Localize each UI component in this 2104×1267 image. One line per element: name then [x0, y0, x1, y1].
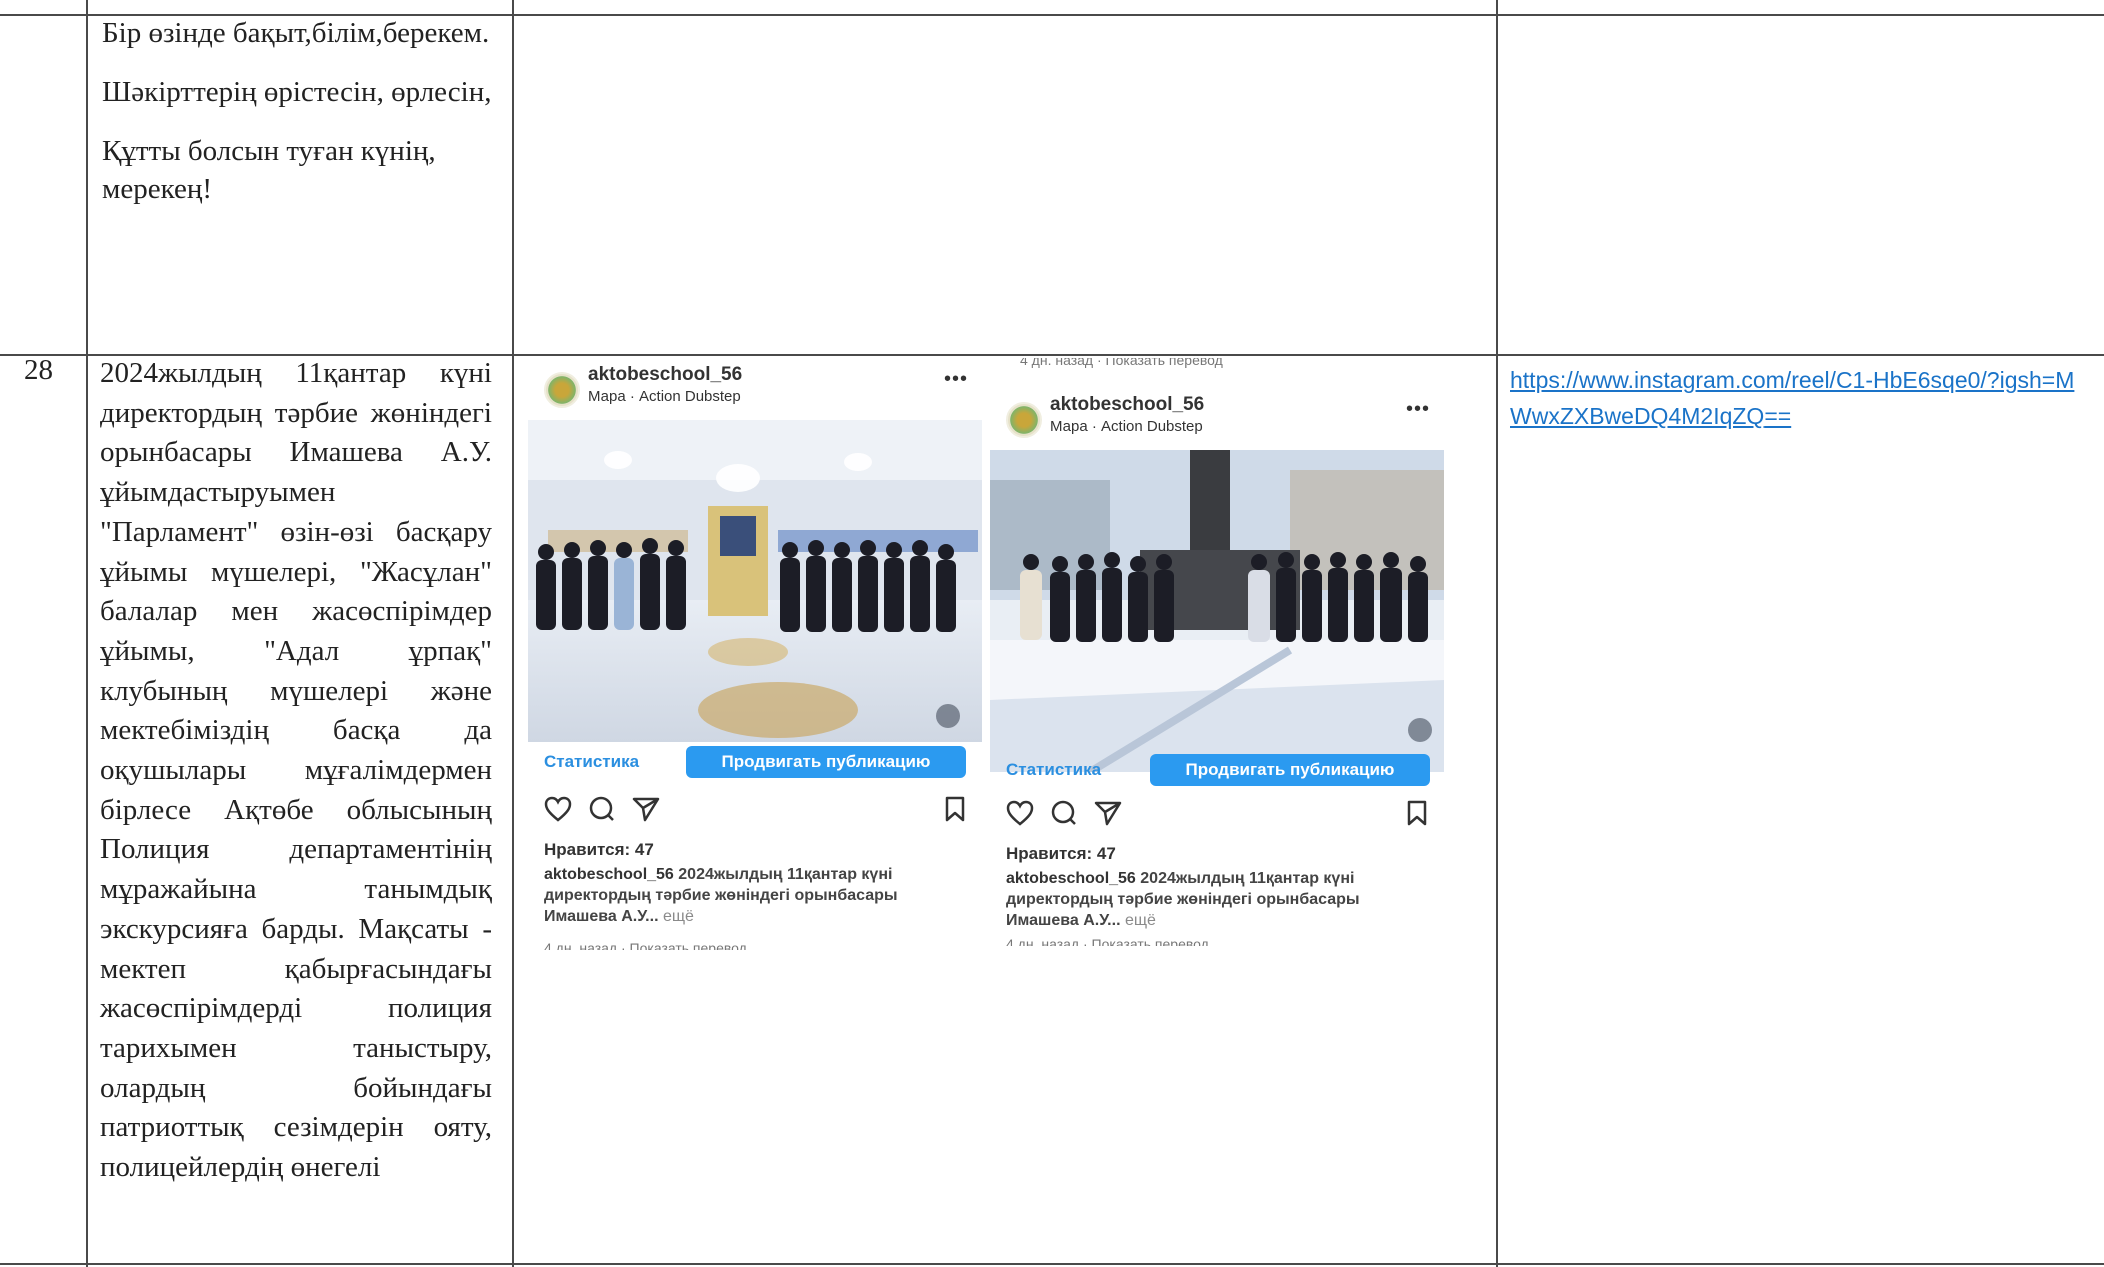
promote-post-button[interactable]: Продвигать публикацию: [686, 746, 966, 778]
avatar[interactable]: [544, 372, 580, 408]
instagram-link-url[interactable]: https://www.instagram.com/reel/C1-HbE6sq…: [1510, 367, 2074, 429]
share-icon[interactable]: [632, 796, 660, 827]
row-number: 28: [24, 354, 53, 386]
heart-icon[interactable]: [544, 796, 572, 827]
likes-count: Нравится: 47: [1006, 844, 1116, 863]
more-options-icon[interactable]: •••: [1406, 398, 1430, 421]
statistics-link[interactable]: Статистика: [544, 752, 639, 772]
post-caption: aktobeschool_56 2024жылдың 11қантар күні…: [1006, 868, 1426, 931]
poem-line-1: Бір өзінде бақыт,білім,берекем.: [102, 17, 490, 49]
post-action-bar: [544, 796, 966, 824]
share-icon[interactable]: [1094, 800, 1122, 831]
post-photo: [528, 420, 982, 742]
post-action-bar: [1006, 800, 1428, 828]
table-bottom-border: [0, 1263, 2104, 1265]
col-divider-3: [1496, 0, 1498, 1267]
post-username[interactable]: aktobeschool_56: [588, 364, 742, 386]
avatar[interactable]: [1006, 402, 1042, 438]
post-footer-time: 4 дн. назад · Показать перевод: [1006, 936, 1209, 946]
comment-icon[interactable]: [1050, 800, 1078, 831]
bookmark-icon[interactable]: [1406, 800, 1428, 831]
post-audio-meta[interactable]: Мара · Action Dubstep: [588, 388, 741, 405]
post-username[interactable]: aktobeschool_56: [1050, 394, 1204, 416]
poem-line-2: Шәкірттерің өрістесін, өрлесін,: [102, 76, 492, 108]
more-options-icon[interactable]: •••: [944, 368, 968, 391]
caption-more-link[interactable]: ещё: [659, 908, 694, 925]
post-header: aktobeschool_56 Мара · Action Dubstep ••…: [528, 358, 982, 418]
row-28-description: 2024жылдың 11қантар күні директордың тәр…: [100, 357, 492, 1184]
post-footer-time: 4 дн. назад · Показать перевод: [544, 940, 747, 950]
poem-line-3: Құтты болсын туған күнің, мерекең!: [102, 135, 436, 205]
instagram-link[interactable]: https://www.instagram.com/reel/C1-HbE6sq…: [1510, 362, 2090, 434]
comment-icon[interactable]: [588, 796, 616, 827]
instagram-post-1: aktobeschool_56 Мара · Action Dubstep ••…: [528, 358, 982, 950]
promote-post-button[interactable]: Продвигать публикацию: [1150, 754, 1430, 786]
statistics-link[interactable]: Статистика: [1006, 760, 1101, 780]
post-caption: aktobeschool_56 2024жылдың 11қантар күні…: [544, 864, 964, 927]
col-divider-1: [86, 0, 88, 1267]
heart-icon[interactable]: [1006, 800, 1034, 831]
previous-post-footer-cut: 4 дн. назад · Показать перевод: [1020, 358, 1223, 368]
likes-count: Нравится: 47: [544, 840, 654, 859]
post-audio-meta[interactable]: Мара · Action Dubstep: [1050, 418, 1203, 435]
previous-row-text: Бір өзінде бақыт,білім,берекем. Шәкіртте…: [102, 14, 502, 229]
post-header: aktobeschool_56 Мара · Action Dubstep ••…: [990, 388, 1444, 448]
instagram-post-2: aktobeschool_56 Мара · Action Dubstep ••…: [990, 388, 1444, 948]
caption-more-link[interactable]: ещё: [1121, 912, 1156, 929]
col-divider-2: [512, 0, 514, 1267]
post-photo: [990, 450, 1444, 772]
bookmark-icon[interactable]: [944, 796, 966, 827]
instagram-link-suffix: ==: [1764, 403, 1792, 429]
caption-username[interactable]: aktobeschool_56: [544, 866, 674, 883]
caption-username[interactable]: aktobeschool_56: [1006, 870, 1136, 887]
